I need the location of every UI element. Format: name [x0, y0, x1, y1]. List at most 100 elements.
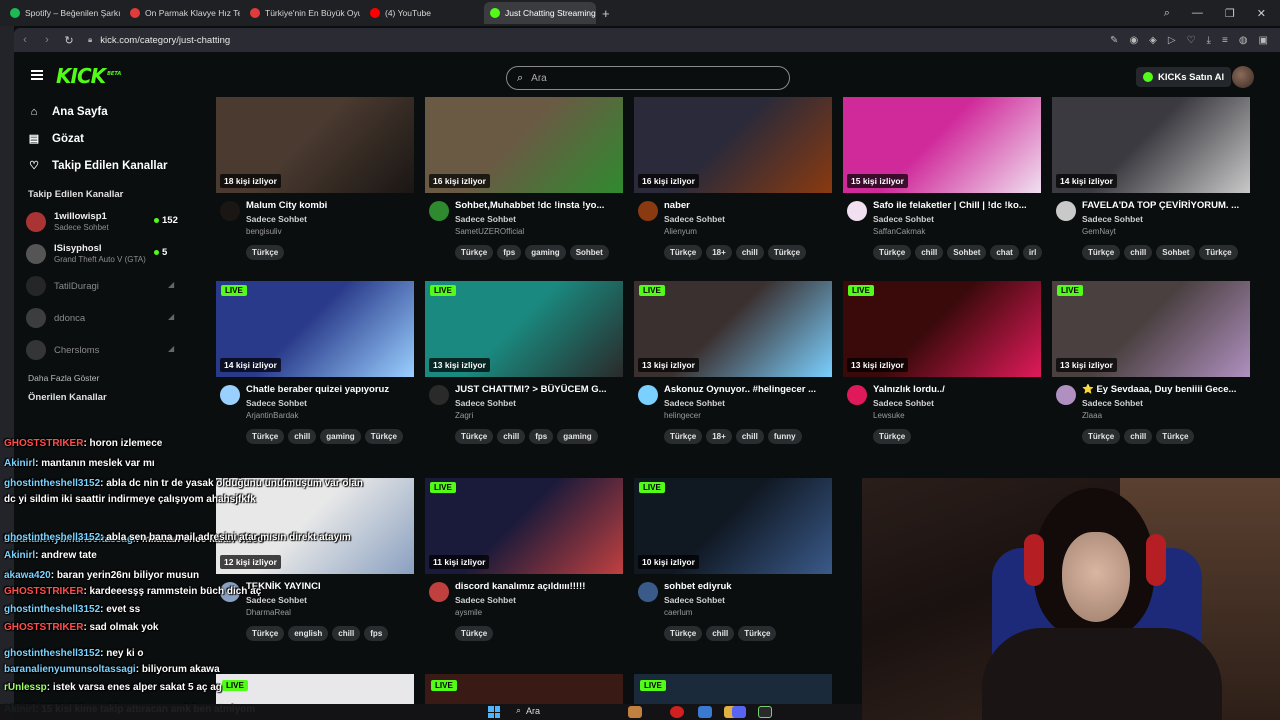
tag-chip[interactable]: Türkçe [364, 429, 403, 444]
tag-chip[interactable]: gaming [557, 429, 598, 444]
streamer-name[interactable]: Zagri [455, 411, 623, 420]
stream-card[interactable]: 16 kişi izliyor Sohbet,Muhabbet !dc !inst… [425, 97, 623, 260]
stream-category[interactable]: Sadece Sohbet [455, 214, 623, 224]
channel-avatar[interactable] [638, 582, 658, 602]
stream-card[interactable]: LIVE 11 kişi izliyor discord kanalımız açı… [425, 478, 623, 641]
tag-chip[interactable]: Türkçe [455, 245, 494, 260]
followed-channel[interactable]: 1willowisp1 Sadece Sohbet 152 [14, 206, 198, 238]
sidebar-nav-item[interactable]: ⌂ Ana Sayfa [28, 98, 198, 125]
stream-card[interactable]: LIVE 10 kişi izliyor sohbet ediyruk Sadece … [634, 478, 832, 641]
sidebar-nav-item[interactable]: ▤ Gözat [28, 125, 198, 152]
tag-chip[interactable]: Türkçe [455, 626, 494, 641]
menu-icon[interactable]: ≡ [1222, 35, 1228, 46]
edit-icon[interactable]: ✎ [1110, 35, 1118, 46]
stream-thumbnail[interactable]: 16 kişi izliyor [425, 97, 623, 193]
followed-channel[interactable]: Chersloms ◢ [14, 334, 198, 366]
tag-chip[interactable]: chill [915, 245, 944, 260]
tag-chip[interactable]: Sohbet [947, 245, 987, 260]
tag-chip[interactable]: fps [497, 245, 522, 260]
followed-channel[interactable]: ddonca ◢ [14, 302, 198, 334]
stream-category[interactable]: Sadece Sohbet [664, 214, 832, 224]
play-icon[interactable]: ▷ [1168, 35, 1176, 46]
extensions-icon[interactable]: ▣ [1259, 35, 1268, 46]
stream-title[interactable]: sohbet ediyruk [664, 581, 832, 592]
stream-title[interactable]: Safo ile felaketler | Chill | !dc !ko... [873, 200, 1041, 211]
tag-chip[interactable]: irl [1022, 245, 1043, 260]
streamer-name[interactable]: Zlaaa [1082, 411, 1250, 420]
tag-chip[interactable]: Sohbet [569, 245, 609, 260]
tag-chip[interactable]: fps [529, 429, 554, 444]
show-more-button[interactable]: Daha Fazla Göster [14, 366, 198, 390]
stream-card[interactable]: 16 kişi izliyor naber Sadece Sohbet Alienyu… [634, 97, 832, 260]
stream-thumbnail[interactable]: 18 kişi izliyor [216, 97, 414, 193]
tab-typing-test[interactable]: On Parmak Klavye Hız Testi [124, 2, 240, 24]
taskbar-app-icon[interactable] [758, 706, 772, 718]
channel-avatar[interactable] [220, 385, 240, 405]
tag-chip[interactable]: 18+ [706, 245, 732, 260]
stream-category[interactable]: Sadece Sohbet [455, 595, 623, 605]
tag-chip[interactable]: chill [1124, 429, 1153, 444]
tag-chip[interactable]: Türkçe [455, 429, 494, 444]
tag-chip[interactable]: Türkçe [246, 245, 285, 260]
stream-thumbnail[interactable]: 12 kişi izliyor [216, 478, 414, 574]
stream-category[interactable]: Sadece Sohbet [246, 398, 414, 408]
stream-title[interactable]: JUST CHATTMI? > BÜYÜCEM G... [455, 384, 623, 395]
tag-chip[interactable]: Türkçe [246, 626, 285, 641]
tag-chip[interactable]: Sohbet [1156, 245, 1196, 260]
tag-chip[interactable]: Türkçe [664, 626, 703, 641]
stream-category[interactable]: Sadece Sohbet [455, 398, 623, 408]
url-field[interactable]: kick.com/category/just-chatting [100, 35, 230, 46]
tab-youtube[interactable]: (4) YouTube [364, 2, 480, 24]
tag-chip[interactable]: Türkçe [738, 626, 777, 641]
followed-channel[interactable]: ISisyphosI Grand Theft Auto V (GTA) 5 [14, 238, 198, 270]
tag-chip[interactable]: fps [364, 626, 389, 641]
buy-kicks-button[interactable]: KICKs Satın Al [1136, 67, 1232, 87]
close-window-button[interactable]: ✕ [1257, 7, 1266, 20]
taskbar-search[interactable]: ⌕ Ara [516, 705, 540, 716]
stream-thumbnail[interactable]: LIVE 14 kişi izliyor [216, 281, 414, 377]
windows-start-icon[interactable] [488, 706, 500, 718]
tag-chip[interactable]: chill [735, 429, 764, 444]
taskbar-app-icon[interactable] [698, 706, 712, 718]
tag-chip[interactable]: chill [288, 429, 317, 444]
channel-avatar[interactable] [638, 385, 658, 405]
stream-title[interactable]: Sohbet,Muhabbet !dc !insta !yo... [455, 200, 623, 211]
followed-channel[interactable]: TatilDuragi ◢ [14, 270, 198, 302]
stream-thumbnail[interactable]: 16 kişi izliyor [634, 97, 832, 193]
channel-avatar[interactable] [220, 201, 240, 221]
streamer-name[interactable]: caerlum [664, 608, 832, 617]
tag-chip[interactable]: Türkçe [1082, 245, 1121, 260]
tab-spotify[interactable]: Spotify – Beğenilen Şarkılar [4, 2, 120, 24]
tag-chip[interactable]: Türkçe [664, 429, 703, 444]
streamer-name[interactable]: Alienyum [664, 227, 832, 236]
stream-title[interactable]: FAVELA'DA TOP ÇEVİRİYORUM. ... [1082, 200, 1250, 211]
taskbar-app-icon[interactable] [628, 706, 642, 718]
tag-chip[interactable]: chill [332, 626, 361, 641]
stream-category[interactable]: Sadece Sohbet [1082, 214, 1250, 224]
hamburger-menu-icon[interactable] [31, 70, 43, 80]
tag-chip[interactable]: chill [706, 626, 735, 641]
stream-thumbnail[interactable]: 14 kişi izliyor [1052, 97, 1250, 193]
tab-game-site[interactable]: Türkiye'nin En Büyük Oyun [244, 2, 360, 24]
tag-chip[interactable]: gaming [320, 429, 361, 444]
kick-logo[interactable]: KICK BETA [56, 64, 121, 88]
stream-category[interactable]: Sadece Sohbet [873, 398, 1041, 408]
discord-icon[interactable] [732, 706, 746, 718]
tag-chip[interactable]: chill [1124, 245, 1153, 260]
stream-card[interactable]: LIVE 13 kişi izliyor Askonuz Oynuyor.. #he… [634, 281, 832, 444]
stream-title[interactable]: Yalnızlık lordu../ [873, 384, 1041, 395]
stream-card[interactable]: LIVE 13 kişi izliyor JUST CHATTMI? > BÜYÜC… [425, 281, 623, 444]
channel-avatar[interactable] [429, 385, 449, 405]
channel-avatar[interactable] [1056, 201, 1076, 221]
stream-title[interactable]: TEKNİK YAYINCI [246, 581, 414, 592]
stream-category[interactable]: Sadece Sohbet [246, 214, 414, 224]
tag-chip[interactable]: chill [497, 429, 526, 444]
stream-card[interactable]: LIVE 13 kişi izliyor Yalnızlık lordu../ Sad… [843, 281, 1041, 444]
opera-icon[interactable] [670, 706, 684, 718]
channel-avatar[interactable] [220, 582, 240, 602]
minimize-button[interactable]: — [1192, 7, 1203, 20]
maximize-button[interactable]: ❐ [1225, 7, 1235, 20]
streamer-name[interactable]: GemNayt [1082, 227, 1250, 236]
heart-icon[interactable]: ♡ [1187, 35, 1196, 46]
stream-card[interactable]: 14 kişi izliyor FAVELA'DA TOP ÇEVİRİYORUM… [1052, 97, 1250, 260]
